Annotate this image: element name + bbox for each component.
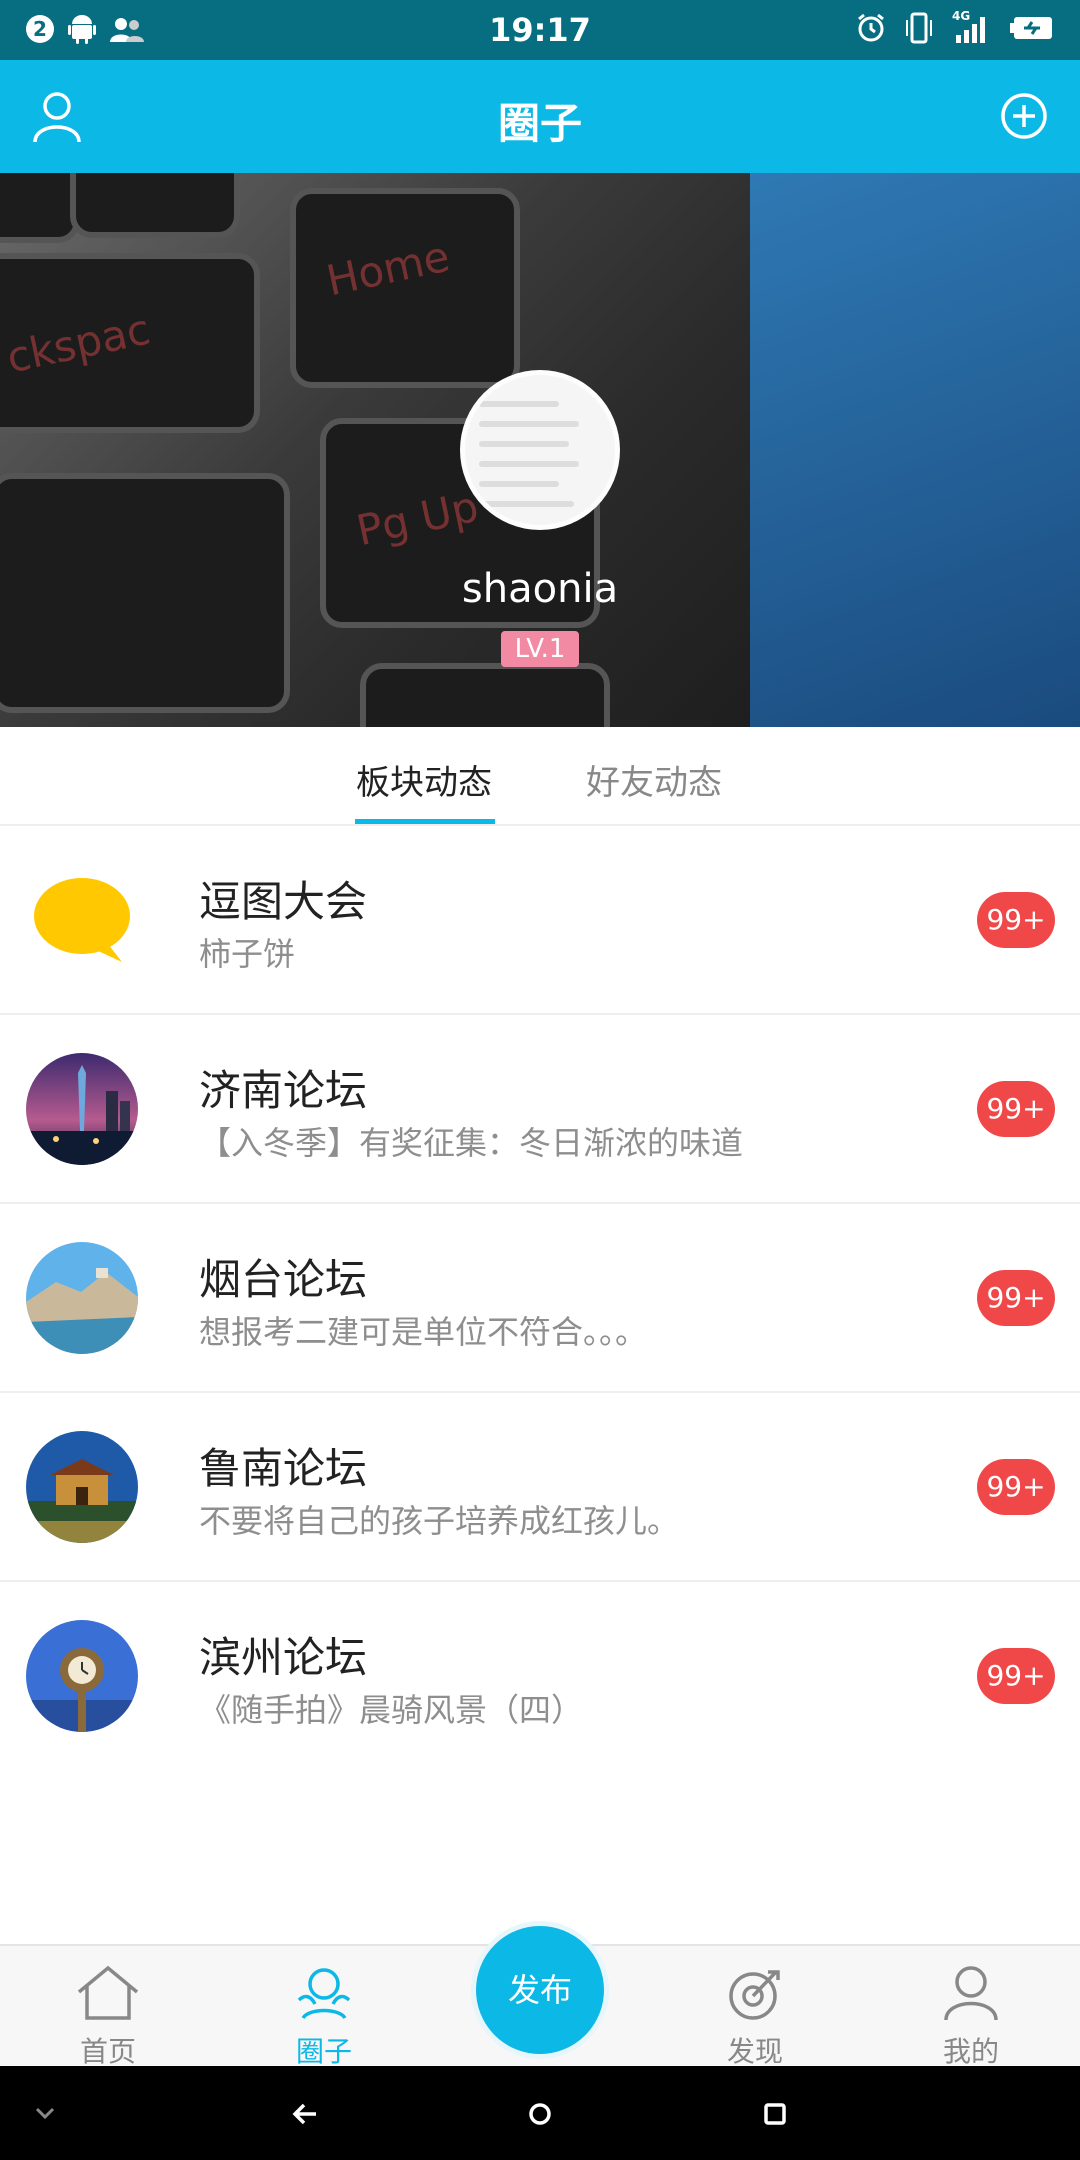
- keyboard-key: Home: [290, 188, 520, 388]
- list-item[interactable]: 滨州论坛 《随手拍》晨骑风景（四） 99+: [0, 1582, 1080, 1771]
- nav-home[interactable]: 首页: [38, 1964, 178, 2070]
- nav-me-label: 我的: [942, 2035, 999, 2068]
- forum-latest-post: 柿子饼: [199, 935, 296, 973]
- list-item[interactable]: 济南论坛 【入冬季】有奖征集：冬日渐浓的味道 99+: [0, 1015, 1080, 1204]
- forum-list: 逗图大会 柿子饼 99+ 济南论坛 【入冬季】有奖征集：冬日渐浓的味道 99+: [0, 826, 1080, 1771]
- unread-badge: 99+: [977, 1270, 1055, 1326]
- nav-circle-label: 圈子: [295, 2035, 352, 2068]
- mousepad-image: [750, 173, 1080, 727]
- app-bar: 圈子: [0, 60, 1080, 173]
- target-icon: [729, 1970, 780, 2020]
- nav-me[interactable]: 我的: [901, 1964, 1041, 2070]
- nav-discover[interactable]: 发现: [685, 1964, 825, 2070]
- forum-title: 烟台论坛: [199, 1255, 368, 1304]
- speech-bubble-icon: [26, 864, 138, 976]
- home-icon: [77, 1965, 139, 2020]
- profile-icon: [944, 1966, 998, 2021]
- unread-badge: 99+: [977, 892, 1055, 948]
- tab-section-feed[interactable]: 板块动态: [356, 755, 492, 804]
- nav-home-label: 首页: [79, 2035, 136, 2068]
- yantai-coast-icon: [26, 1242, 138, 1354]
- recents-icon[interactable]: [763, 2102, 787, 2126]
- nav-discover-label: 发现: [726, 2035, 783, 2068]
- keyboard-key: [0, 173, 80, 243]
- back-icon[interactable]: [292, 2102, 318, 2126]
- page-title: 圈子: [497, 99, 582, 148]
- keyboard-key: [360, 663, 610, 727]
- add-circle-icon[interactable]: [1000, 92, 1048, 140]
- unread-badge: 99+: [977, 1081, 1055, 1137]
- avatar[interactable]: [460, 370, 620, 530]
- forum-latest-post: 【入冬季】有奖征集：冬日渐浓的味道: [199, 1124, 744, 1162]
- tab-friend-feed[interactable]: 好友动态: [586, 755, 722, 804]
- forum-title: 济南论坛: [199, 1066, 368, 1115]
- binzhou-clock-icon: [26, 1620, 138, 1732]
- forum-title: 鲁南论坛: [199, 1444, 368, 1493]
- forum-title: 逗图大会: [199, 877, 368, 926]
- level-badge: LV.1: [501, 631, 579, 667]
- vibrate-icon: [906, 12, 932, 44]
- list-item[interactable]: 烟台论坛 想报考二建可是单位不符合。。。 99+: [0, 1204, 1080, 1393]
- unread-badge: 99+: [977, 1648, 1055, 1704]
- forum-latest-post: 不要将自己的孩子培养成红孩儿。: [199, 1502, 680, 1540]
- status-bar: 2 19:17 4G: [0, 0, 1080, 60]
- keyboard-key: [70, 173, 240, 238]
- unread-badge: 99+: [977, 1459, 1055, 1515]
- jinan-city-icon: [26, 1053, 138, 1165]
- publish-button[interactable]: 发布: [471, 1921, 609, 2059]
- home-circle-icon[interactable]: [527, 2101, 553, 2127]
- chevron-down-icon[interactable]: [34, 2102, 56, 2124]
- keyboard-key: ckspac: [0, 253, 260, 433]
- lunan-gate-icon: [26, 1431, 138, 1543]
- signal-icon: 4G: [952, 9, 992, 43]
- list-item[interactable]: 逗图大会 柿子饼 99+: [0, 826, 1080, 1015]
- system-nav-bar: [0, 2066, 1080, 2160]
- forum-latest-post: 《随手拍》晨骑风景（四）: [199, 1691, 584, 1729]
- alarm-icon: [858, 13, 884, 42]
- tab-bar: 板块动态 好友动态: [0, 727, 1080, 826]
- circle-people-icon: [297, 1968, 351, 2020]
- tab-indicator: [355, 819, 495, 824]
- forum-title: 滨州论坛: [199, 1633, 368, 1682]
- forum-latest-post: 想报考二建可是单位不符合。。。: [199, 1313, 648, 1351]
- nav-circle[interactable]: 圈子: [254, 1964, 394, 2070]
- profile-banner: ckspac Home Pg Up shaonia LV.1: [0, 173, 1080, 727]
- username: shaonia: [461, 566, 619, 612]
- list-item[interactable]: 鲁南论坛 不要将自己的孩子培养成红孩儿。 99+: [0, 1393, 1080, 1582]
- battery-icon: [1010, 17, 1052, 39]
